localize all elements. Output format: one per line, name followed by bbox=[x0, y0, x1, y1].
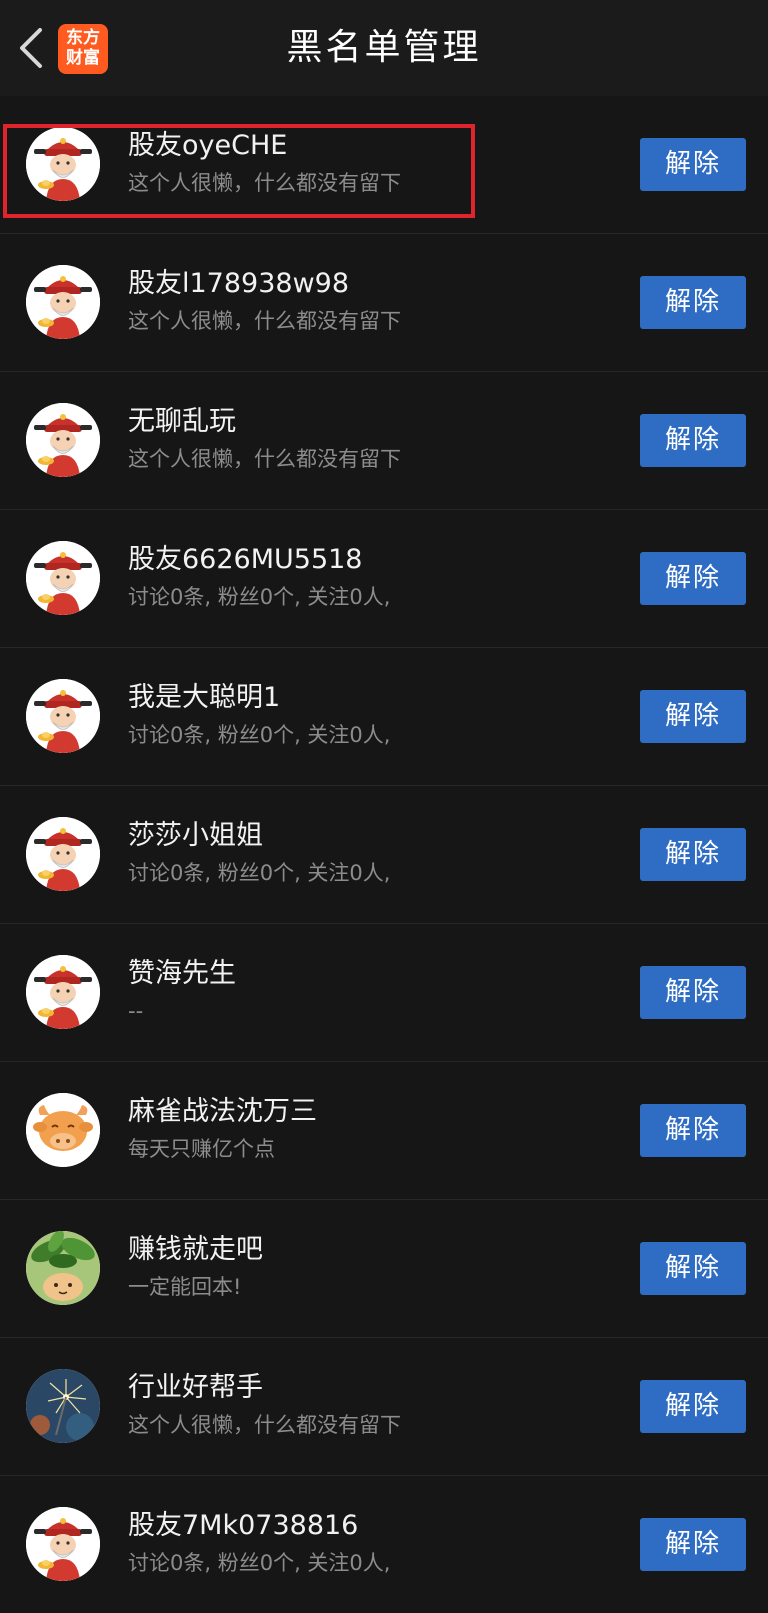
page-title: 黑名单管理 bbox=[286, 27, 482, 68]
user-name[interactable]: 麻雀战法沈万三 bbox=[128, 1094, 317, 1130]
user-description: 讨论0条, 粉丝0个, 关注0人, bbox=[128, 1551, 391, 1575]
unblock-button[interactable]: 解除 bbox=[640, 552, 746, 605]
user-name[interactable]: 股友l178938w98 bbox=[128, 266, 349, 302]
unblock-button[interactable]: 解除 bbox=[640, 690, 746, 743]
user-name[interactable]: 股友oyeCHE bbox=[128, 128, 287, 164]
fortune-god-avatar[interactable] bbox=[26, 541, 100, 615]
list-item: 赞海先生 -- 解除 bbox=[0, 924, 768, 1062]
user-description: 讨论0条, 粉丝0个, 关注0人, bbox=[128, 585, 391, 609]
user-name[interactable]: 赚钱就走吧 bbox=[128, 1232, 263, 1268]
user-name[interactable]: 赞海先生 bbox=[128, 956, 236, 992]
user-name[interactable]: 无聊乱玩 bbox=[128, 404, 236, 440]
unblock-button[interactable]: 解除 bbox=[640, 1518, 746, 1571]
list-item: 我是大聪明1 讨论0条, 粉丝0个, 关注0人, 解除 bbox=[0, 648, 768, 786]
user-description: -- bbox=[128, 999, 144, 1023]
list-item: 行业好帮手这个人很懒，什么都没有留下 解除 bbox=[0, 1338, 768, 1476]
list-item: 股友7Mk0738816 讨论0条, 粉丝0个, 关注0人, 解除 bbox=[0, 1476, 768, 1613]
unblock-button[interactable]: 解除 bbox=[640, 1104, 746, 1157]
user-description: 这个人很懒，什么都没有留下 bbox=[128, 447, 401, 471]
list-item: 赚钱就走吧一定能回本! 解除 bbox=[0, 1200, 768, 1338]
user-name[interactable]: 股友6626MU5518 bbox=[128, 542, 362, 578]
unblock-button[interactable]: 解除 bbox=[640, 414, 746, 467]
list-item: 无聊乱玩这个人很懒，什么都没有留下 解除 bbox=[0, 372, 768, 510]
unblock-button[interactable]: 解除 bbox=[640, 1380, 746, 1433]
user-name[interactable]: 我是大聪明1 bbox=[128, 680, 280, 716]
fortune-god-avatar[interactable] bbox=[26, 955, 100, 1029]
fortune-god-avatar[interactable] bbox=[26, 679, 100, 753]
fortune-god-avatar[interactable] bbox=[26, 817, 100, 891]
user-description: 这个人很懒，什么都没有留下 bbox=[128, 171, 401, 195]
fortune-god-avatar[interactable] bbox=[26, 127, 100, 201]
user-name[interactable]: 莎莎小姐姐 bbox=[128, 818, 263, 854]
user-description: 一定能回本! bbox=[128, 1275, 242, 1299]
list-item: 麻雀战法沈万三每天只赚亿个点 解除 bbox=[0, 1062, 768, 1200]
user-description: 这个人很懒，什么都没有留下 bbox=[128, 309, 401, 333]
list-item: 股友l178938w98 这个人很懒，什么都没有留下 解除 bbox=[0, 234, 768, 372]
user-description: 这个人很懒，什么都没有留下 bbox=[128, 1413, 401, 1437]
list-item: 莎莎小姐姐讨论0条, 粉丝0个, 关注0人, 解除 bbox=[0, 786, 768, 924]
user-description: 讨论0条, 粉丝0个, 关注0人, bbox=[128, 861, 391, 885]
unblock-button[interactable]: 解除 bbox=[640, 276, 746, 329]
user-name[interactable]: 股友7Mk0738816 bbox=[128, 1508, 358, 1544]
user-description: 每天只赚亿个点 bbox=[128, 1137, 275, 1161]
list-item: 股友6626MU5518 讨论0条, 粉丝0个, 关注0人, 解除 bbox=[0, 510, 768, 648]
plant-avatar[interactable] bbox=[26, 1231, 100, 1305]
list-item: 股友oyeCHE 这个人很懒，什么都没有留下 解除 bbox=[0, 96, 768, 234]
unblock-button[interactable]: 解除 bbox=[640, 828, 746, 881]
fortune-god-avatar[interactable] bbox=[26, 265, 100, 339]
user-name[interactable]: 行业好帮手 bbox=[128, 1370, 263, 1406]
fortune-god-avatar[interactable] bbox=[26, 403, 100, 477]
unblock-button[interactable]: 解除 bbox=[640, 966, 746, 1019]
sparkler-avatar[interactable] bbox=[26, 1369, 100, 1443]
blacklist-page: 东方 财富 黑名单管理 股友oyeCHE 这个人很懒，什么都没有留下 解除 股友… bbox=[0, 0, 768, 1613]
blacklist: 股友oyeCHE 这个人很懒，什么都没有留下 解除 股友l178938w98 这个人很… bbox=[0, 96, 768, 1613]
unblock-button[interactable]: 解除 bbox=[640, 1242, 746, 1295]
user-description: 讨论0条, 粉丝0个, 关注0人, bbox=[128, 723, 391, 747]
unblock-button[interactable]: 解除 bbox=[640, 138, 746, 191]
top-bar: 东方 财富 黑名单管理 bbox=[0, 0, 768, 96]
bull-avatar[interactable] bbox=[26, 1093, 100, 1167]
fortune-god-avatar[interactable] bbox=[26, 1507, 100, 1581]
